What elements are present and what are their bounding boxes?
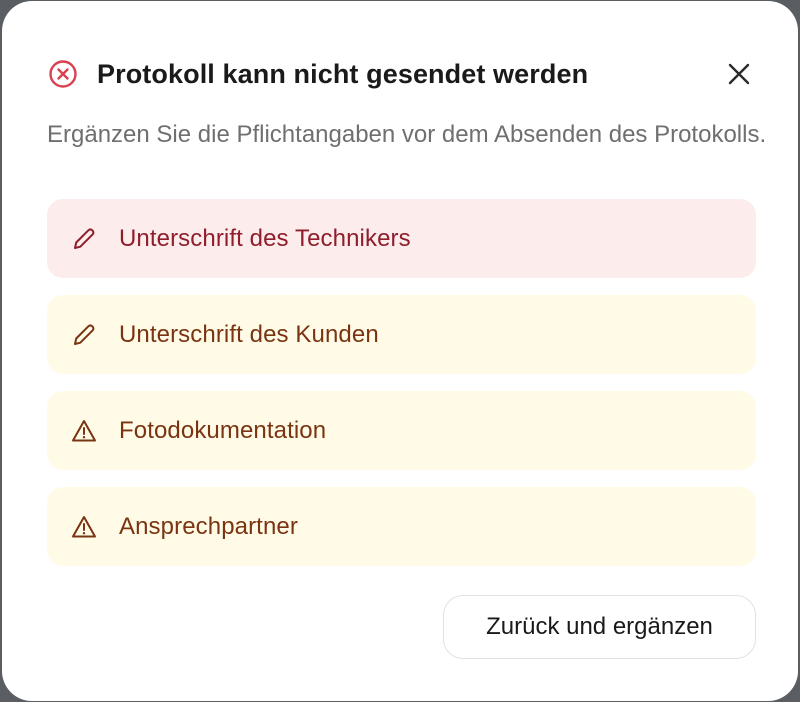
dialog-title: Protokoll kann nicht gesendet werden [97, 58, 589, 89]
warning-triangle-icon [69, 416, 99, 446]
close-button[interactable] [723, 58, 755, 90]
error-circle-x-icon [47, 58, 79, 90]
missing-item-technician-signature[interactable]: Unterschrift des Technikers [47, 199, 756, 278]
error-dialog: Protokoll kann nicht gesendet werden Erg… [2, 1, 798, 701]
pen-icon [69, 224, 99, 254]
missing-item-label: Unterschrift des Technikers [119, 224, 411, 252]
missing-fields-list: Unterschrift des Technikers Unterschrift… [47, 199, 756, 583]
back-and-complete-button[interactable]: Zurück und ergänzen [443, 595, 756, 659]
missing-item-label: Ansprechpartner [119, 512, 298, 540]
warning-triangle-icon [69, 512, 99, 542]
missing-item-customer-signature[interactable]: Unterschrift des Kunden [47, 295, 756, 374]
missing-item-label: Unterschrift des Kunden [119, 320, 379, 348]
missing-item-photo-documentation[interactable]: Fotodokumentation [47, 391, 756, 470]
pen-icon [69, 320, 99, 350]
missing-item-label: Fotodokumentation [119, 416, 327, 444]
missing-item-contact-person[interactable]: Ansprechpartner [47, 487, 756, 566]
close-icon [728, 63, 750, 85]
dialog-description: Ergänzen Sie die Pflichtangaben vor dem … [47, 121, 767, 148]
dialog-header: Protokoll kann nicht gesendet werden [47, 54, 753, 94]
